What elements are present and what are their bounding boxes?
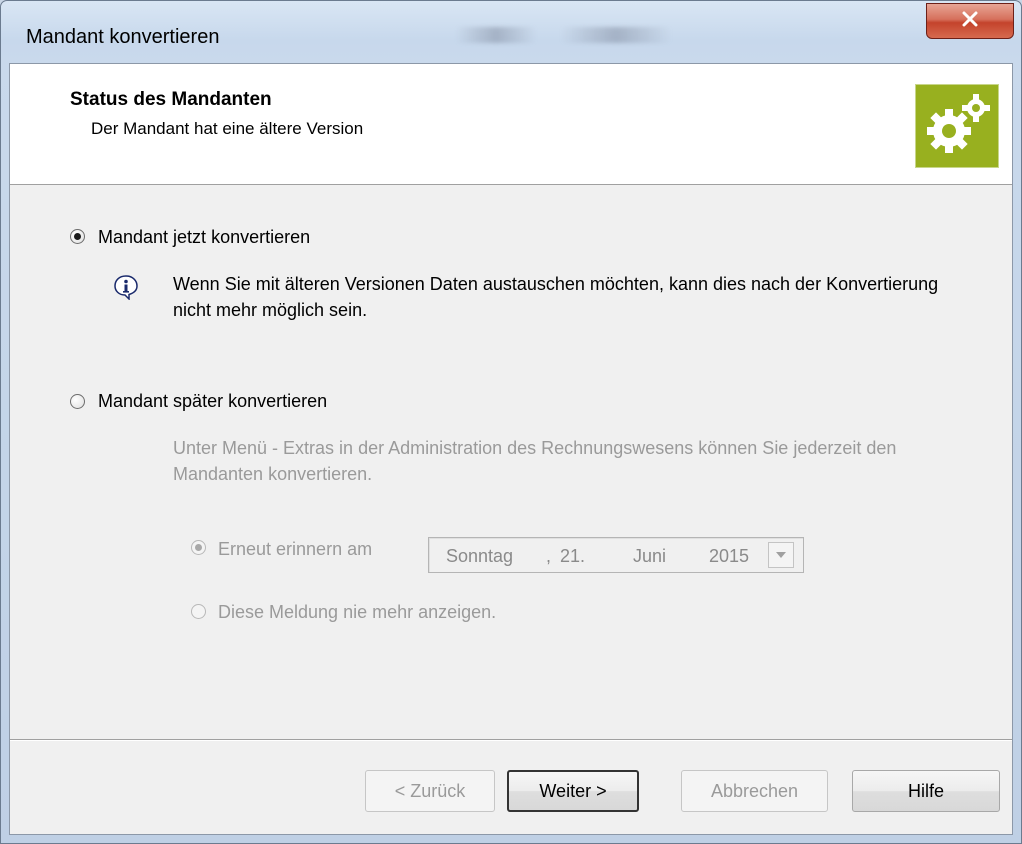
convert-now-info-text: Wenn Sie mit älteren Versionen Daten aus… xyxy=(173,274,939,320)
convert-later-description: Unter Menü - Extras in der Administratio… xyxy=(173,438,897,484)
header-subtitle: Der Mandant hat eine ältere Version xyxy=(91,119,364,138)
back-button[interactable]: < Zurück xyxy=(365,770,495,812)
date-day: 21. xyxy=(560,546,586,566)
never-show-label[interactable]: Diese Meldung nie mehr anzeigen. xyxy=(218,602,496,623)
gears-icon xyxy=(915,84,999,168)
blurred-title-info xyxy=(561,27,671,43)
header-title: Status des Mandanten xyxy=(70,89,272,110)
date-dropdown-button[interactable] xyxy=(768,542,794,568)
close-button[interactable] xyxy=(926,3,1014,39)
info-icon xyxy=(113,274,139,301)
date-weekday: Sonntag xyxy=(446,546,514,566)
convert-now-label[interactable]: Mandant jetzt konvertieren xyxy=(98,227,310,248)
wizard-header: Status des Mandanten Der Mandant hat ein… xyxy=(10,64,1012,185)
dialog-client-area: Status des Mandanten Der Mandant hat ein… xyxy=(9,63,1013,835)
convert-later-label[interactable]: Mandant später konvertieren xyxy=(98,391,327,412)
button-separator xyxy=(10,739,1012,741)
date-separator: , xyxy=(546,546,552,566)
help-button[interactable]: Hilfe xyxy=(852,770,1000,812)
title-bar[interactable]: Mandant konvertieren xyxy=(1,1,1021,63)
remind-label[interactable]: Erneut erinnern am xyxy=(218,539,372,560)
blurred-title-info xyxy=(456,27,536,43)
close-x-icon xyxy=(961,11,979,32)
remind-radio[interactable] xyxy=(191,540,206,555)
date-month: Juni xyxy=(633,546,667,566)
cancel-button[interactable]: Abbrechen xyxy=(681,770,828,812)
convert-now-radio[interactable] xyxy=(70,229,85,244)
remind-date-picker[interactable]: Sonntag , 21. Juni 2015 xyxy=(428,537,804,573)
next-button[interactable]: Weiter > xyxy=(507,770,639,812)
window-title: Mandant konvertieren xyxy=(26,26,220,48)
never-show-radio[interactable] xyxy=(191,604,206,619)
chevron-down-icon xyxy=(775,546,787,564)
convert-later-radio[interactable] xyxy=(70,394,85,409)
dialog-window: Mandant konvertieren Status des Mandante… xyxy=(0,0,1022,844)
date-year: 2015 xyxy=(709,546,750,566)
